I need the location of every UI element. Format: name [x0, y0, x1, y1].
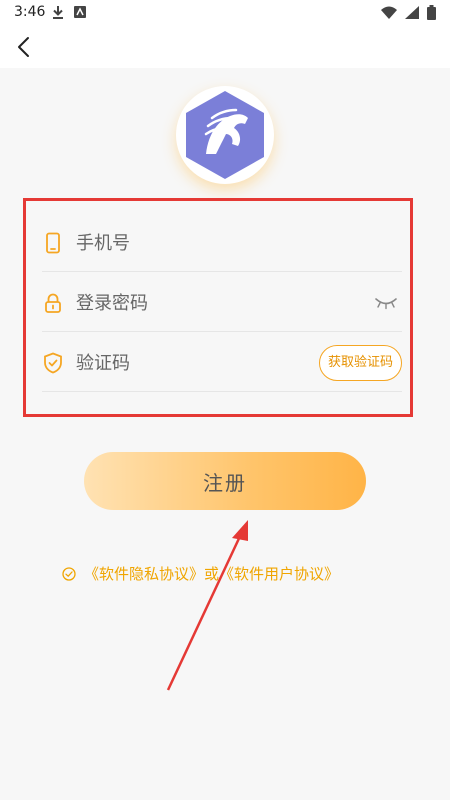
text-badge-icon [74, 6, 86, 18]
status-bar: 3:46 [0, 0, 450, 26]
get-code-button[interactable]: 获取验证码 [318, 345, 402, 381]
app-logo [176, 86, 274, 184]
agreement-or-text: 或 [204, 565, 220, 583]
verification-code-input[interactable] [76, 352, 319, 374]
wifi-icon [381, 6, 397, 19]
password-input[interactable] [76, 292, 374, 314]
chevron-left-icon[interactable] [12, 34, 38, 60]
shield-check-icon [44, 352, 62, 374]
battery-icon [427, 5, 436, 20]
register-button[interactable]: 注册 [84, 452, 366, 510]
top-navigation-bar [0, 26, 450, 68]
registration-form: 获取验证码 [23, 198, 413, 417]
phone-input[interactable] [76, 232, 402, 254]
download-icon [53, 6, 63, 19]
phone-row [42, 215, 402, 272]
horse-head-hexagon-logo [186, 91, 264, 179]
status-time: 3:46 [14, 4, 46, 20]
lock-icon [45, 293, 61, 313]
status-right-icons [381, 5, 436, 20]
check-circle-icon[interactable] [62, 566, 76, 581]
phone-icon [46, 232, 60, 254]
code-row: 获取验证码 [42, 335, 402, 392]
privacy-agreement-link[interactable]: 《软件隐私协议》 [84, 563, 204, 584]
eye-closed-icon[interactable] [374, 296, 398, 310]
password-row [42, 275, 402, 332]
signal-icon [405, 6, 419, 19]
status-left-icons [52, 5, 86, 19]
agreement-row: 《软件隐私协议》 或 《软件用户协议》 [62, 563, 339, 584]
user-agreement-link[interactable]: 《软件用户协议》 [219, 563, 339, 584]
